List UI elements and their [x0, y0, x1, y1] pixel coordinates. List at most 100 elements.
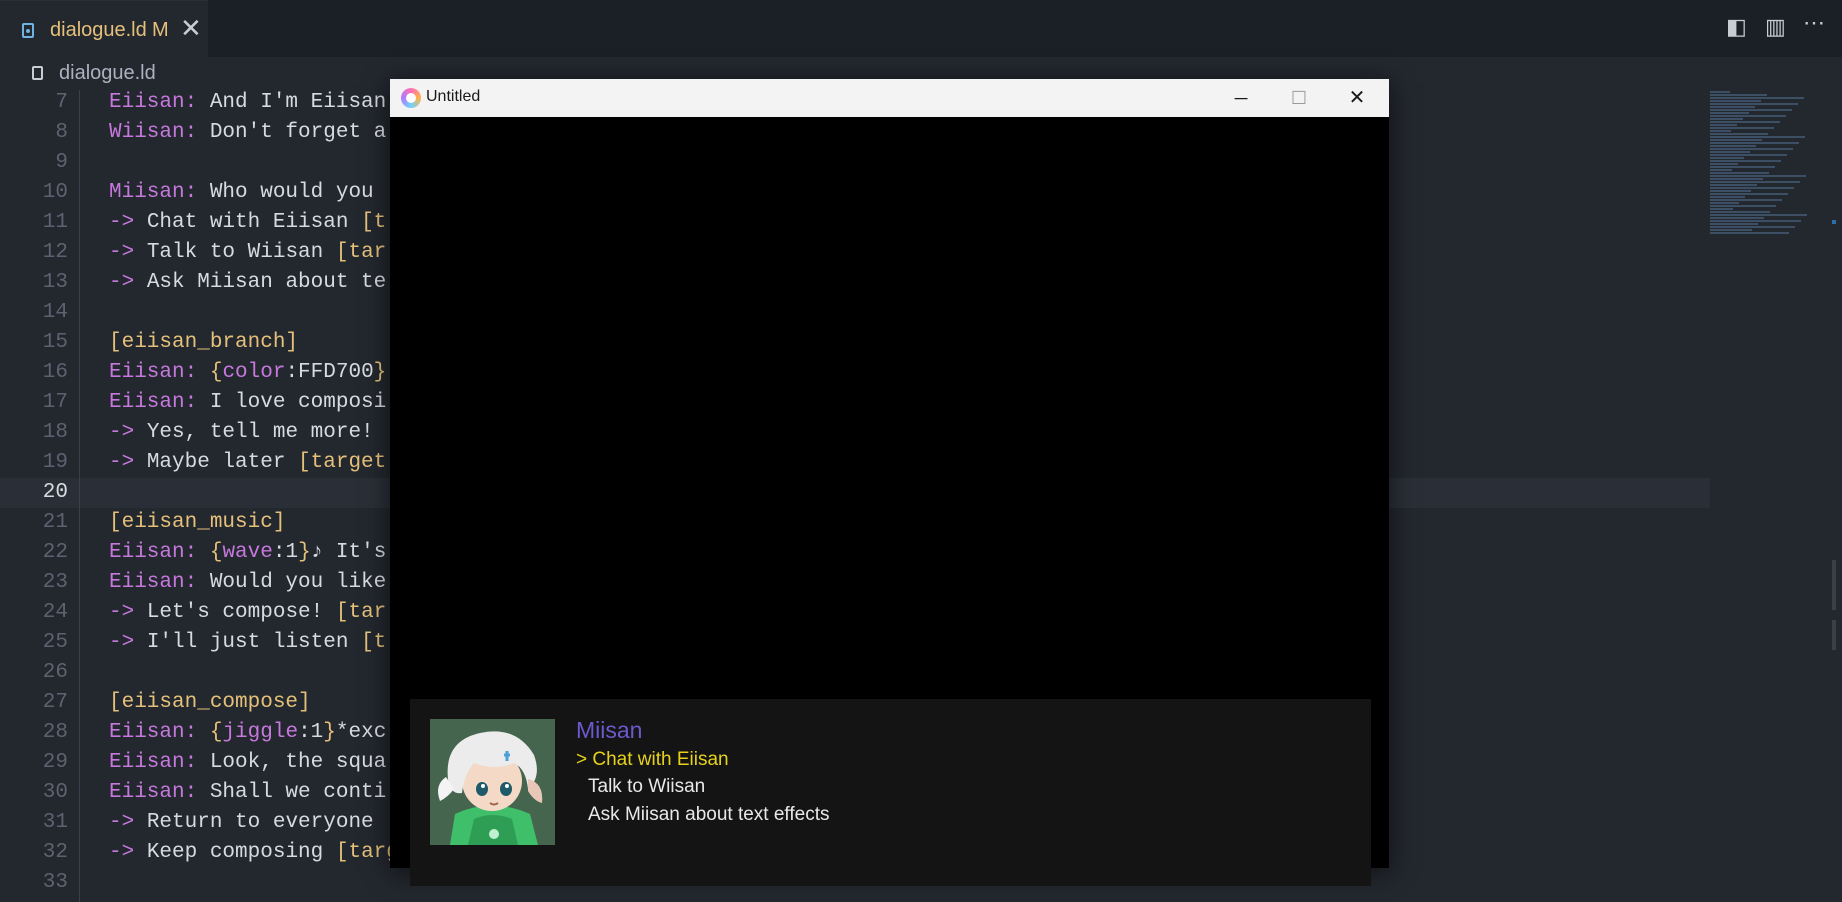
minimap-line: [1710, 199, 1782, 201]
code-token: Let's compose!: [134, 601, 336, 624]
tab-bar: dialogue.ld M ✕ ◧ ▥ ⋯: [0, 0, 1842, 58]
code-token: }: [298, 541, 311, 564]
code-token: ->: [109, 241, 135, 264]
line-number: 32: [42, 841, 68, 864]
minimap-line: [1710, 118, 1743, 120]
indent-guide: [79, 90, 80, 902]
code-token: Who would you: [197, 181, 374, 204]
line-number: 24: [42, 601, 68, 624]
line-code: Eiisan: {color:FFD700}: [109, 358, 386, 388]
minimap-line: [1710, 145, 1756, 147]
line-code: -> Yes, tell me more!: [109, 418, 374, 448]
minimap-line: [1710, 133, 1768, 135]
line-code: Miisan: Who would you: [109, 178, 374, 208]
minimize-button[interactable]: ─: [1212, 79, 1270, 117]
minimap-line: [1710, 166, 1775, 168]
close-button[interactable]: ✕: [1328, 79, 1386, 117]
minimap-line: [1710, 217, 1764, 219]
line-number: 22: [42, 541, 68, 564]
code-token: *exc: [335, 721, 387, 744]
code-token: color: [222, 361, 286, 384]
line-number: 20: [42, 481, 68, 504]
file-icon: [32, 66, 43, 80]
line-code: Eiisan: {jiggle:1}*exc: [109, 718, 386, 748]
code-token: wave: [222, 541, 273, 564]
choice-option[interactable]: Ask Miisan about text effects: [588, 804, 830, 826]
code-token: Talk to Wiisan: [134, 241, 336, 264]
minimap-line: [1710, 229, 1752, 231]
code-token: Eiisan:: [109, 391, 198, 414]
split-editor-icon[interactable]: ▥: [1765, 14, 1786, 40]
minimap-line: [1710, 106, 1755, 108]
code-token: I love composi: [197, 391, 387, 414]
line-code: Eiisan: Look, the squa: [109, 748, 386, 778]
line-number: 18: [42, 421, 68, 444]
line-number: 8: [55, 121, 68, 144]
line-code: Eiisan: Shall we conti: [109, 778, 386, 808]
code-token: I'll just listen: [134, 631, 362, 654]
game-viewport[interactable]: Miisan > Chat with Eiisan Talk to Wiisan…: [390, 117, 1389, 886]
choice-option[interactable]: Talk to Wiisan: [588, 776, 705, 798]
line-code: -> Maybe later [target: [109, 448, 386, 478]
code-token: [target: [298, 451, 387, 474]
line-number: 25: [42, 631, 68, 654]
breadcrumb-file[interactable]: dialogue.ld: [59, 62, 156, 85]
code-token: [eiisan_branch]: [109, 331, 299, 354]
line-number: 30: [42, 781, 68, 804]
window-title: Untitled: [426, 88, 481, 105]
code-token: {: [209, 541, 223, 564]
line-number: 27: [42, 691, 68, 714]
line-number: 21: [42, 511, 68, 534]
minimap-line: [1710, 109, 1792, 111]
code-token: [t: [361, 211, 387, 234]
line-code: -> I'll just listen [t: [109, 628, 386, 658]
minimap-line: [1710, 154, 1787, 156]
code-token: Keep composing: [134, 841, 336, 864]
minimap-line: [1710, 97, 1804, 99]
code-token: ->: [109, 841, 135, 864]
game-window: Untitled ─ ☐ ✕ Miisan > Chat with Eiisan…: [390, 79, 1389, 886]
open-changes-icon[interactable]: ◧: [1726, 14, 1747, 40]
code-token: ->: [109, 601, 135, 624]
code-token: Look, the squa: [197, 751, 387, 774]
code-token: Shall we conti: [197, 781, 387, 804]
line-number: 7: [55, 91, 68, 114]
choice-option-selected[interactable]: > Chat with Eiisan: [576, 749, 729, 771]
line-code: [eiisan_compose]: [109, 688, 311, 718]
dialog-box: Miisan > Chat with Eiisan Talk to Wiisan…: [410, 699, 1371, 886]
tab-dialogue[interactable]: dialogue.ld M ✕: [0, 0, 208, 58]
minimap-line: [1710, 148, 1793, 150]
code-token: [eiisan_music]: [109, 511, 286, 534]
code-token: ->: [109, 421, 135, 444]
window-titlebar[interactable]: Untitled ─ ☐ ✕: [390, 79, 1389, 117]
line-number: 11: [42, 211, 68, 234]
tab-close-icon[interactable]: ✕: [180, 15, 202, 41]
code-token: And I'm Eiisan: [197, 91, 387, 114]
minimap-line: [1710, 226, 1795, 228]
code-token: Wiisan:: [109, 121, 198, 144]
code-token: Miisan:: [109, 181, 198, 204]
more-actions-icon[interactable]: ⋯: [1803, 10, 1825, 36]
line-code: Eiisan: {wave:1}♪ It's: [109, 538, 386, 568]
minimap[interactable]: [1710, 90, 1828, 280]
minimap-line: [1710, 190, 1751, 192]
code-token: :1: [298, 721, 324, 744]
code-token: :1: [272, 541, 299, 564]
line-number: 19: [42, 451, 68, 474]
line-number: 9: [55, 151, 68, 174]
line-code: -> Ask Miisan about te: [109, 268, 386, 298]
line-code: -> Chat with Eiisan [t: [109, 208, 386, 238]
line-code: Eiisan: I love composi: [109, 388, 386, 418]
minimap-line: [1710, 130, 1731, 132]
code-token: Eiisan:: [109, 571, 198, 594]
code-token: Eiisan:: [109, 751, 198, 774]
minimap-line: [1710, 94, 1767, 96]
code-token: ->: [109, 811, 135, 834]
maximize-button[interactable]: ☐: [1270, 79, 1328, 117]
line-code: [eiisan_branch]: [109, 328, 298, 358]
minimap-line: [1710, 100, 1761, 102]
line-code: Wiisan: Don't forget a: [109, 118, 386, 148]
app-icon: [401, 88, 421, 108]
line-number: 10: [42, 181, 68, 204]
